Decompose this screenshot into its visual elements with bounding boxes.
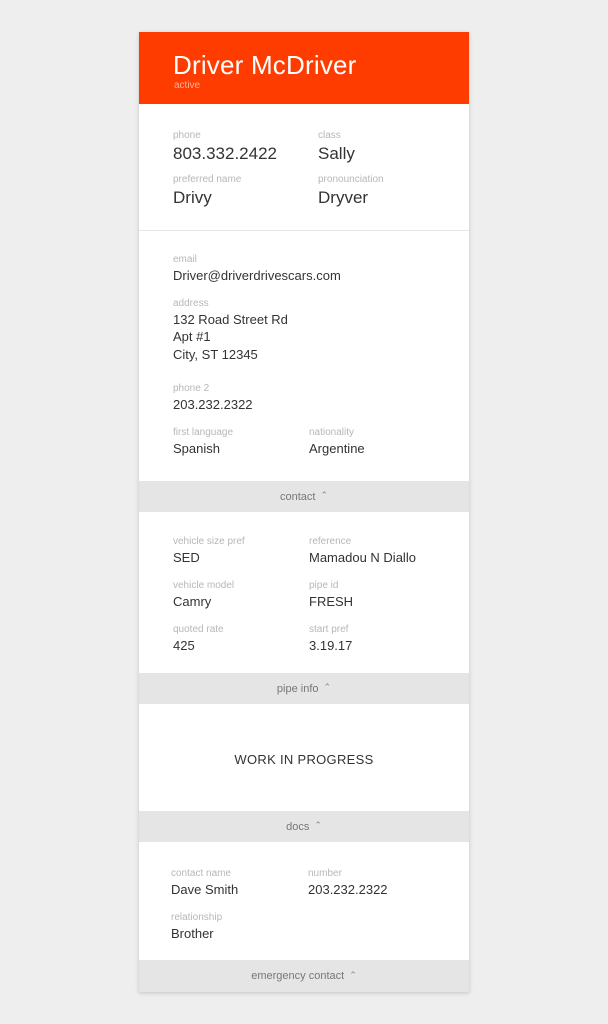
emergency-contact-section-toggle[interactable]: emergency contact ⌃ (139, 960, 469, 992)
address-line3: City, ST 12345 (173, 347, 258, 362)
first-language-label: first language (173, 427, 234, 438)
emergency-contact-section-label: emergency contact (251, 970, 345, 982)
phone-label: phone (173, 130, 201, 141)
quoted-rate-label: quoted rate (173, 624, 224, 635)
pipe-id-label: pipe id (309, 580, 339, 591)
preferred-name-value: Drivy (173, 188, 212, 207)
contact-name-label: contact name (171, 868, 232, 879)
docs-placeholder: WORK IN PROGRESS (234, 752, 374, 767)
pronounciation-value: Dryver (318, 188, 369, 207)
address-label: address (173, 298, 209, 309)
address-line2: Apt #1 (173, 329, 211, 344)
vehicle-size-pref-value: SED (173, 550, 200, 565)
nationality-label: nationality (309, 427, 355, 438)
reference-value: Mamadou N Diallo (309, 550, 416, 565)
phone2-label: phone 2 (173, 383, 210, 394)
vehicle-size-pref-label: vehicle size pref (173, 536, 245, 547)
reference-label: reference (309, 536, 352, 547)
vehicle-model-label: vehicle model (173, 580, 235, 591)
chevron-up-icon: ⌃ (314, 820, 322, 830)
class-label: class (318, 130, 341, 141)
start-pref-label: start pref (309, 624, 349, 635)
chevron-up-icon: ⌃ (323, 682, 332, 692)
contact-name-value: Dave Smith (171, 882, 239, 897)
contact-section-toggle[interactable]: contact ⌃ (139, 481, 469, 512)
preferred-name-label: preferred name (173, 174, 242, 185)
relationship-value: Brother (171, 926, 214, 941)
driver-status: active (174, 80, 201, 91)
chevron-up-icon: ⌃ (320, 490, 328, 500)
pipe-info-section-toggle[interactable]: pipe info ⌃ (139, 673, 469, 704)
email-label: email (173, 254, 197, 265)
relationship-label: relationship (171, 912, 223, 923)
class-value: Sally (318, 144, 355, 163)
number-label: number (308, 868, 342, 879)
docs-section-label: docs (286, 820, 310, 833)
pipe-info-section-label: pipe info (276, 682, 319, 695)
email-value: Driver@driverdrivescars.com (173, 268, 341, 283)
pronounciation-label: pronounciation (318, 174, 384, 185)
quoted-rate-value: 425 (173, 638, 195, 653)
start-pref-value: 3.19.17 (309, 638, 353, 653)
phone2-value: 203.232.2322 (173, 397, 253, 412)
contact-section-label: contact (279, 490, 316, 503)
first-language-value: Spanish (173, 441, 220, 456)
pipe-id-value: FRESH (309, 594, 354, 609)
driver-name: Driver McDriver (173, 50, 357, 80)
driver-header: Driver McDriver active (139, 32, 469, 104)
phone-value: 803.332.2422 (173, 144, 277, 163)
number-value: 203.232.2322 (308, 882, 388, 897)
vehicle-model-value: Camry (173, 594, 212, 609)
chevron-up-icon: ⌃ (349, 969, 357, 980)
summary-divider (139, 230, 469, 231)
address-line1: 132 Road Street Rd (173, 312, 288, 327)
driver-card: Driver McDriver active phone 803.332.242… (139, 32, 469, 992)
docs-section-toggle[interactable]: docs ⌃ (139, 811, 469, 842)
nationality-value: Argentine (309, 441, 365, 456)
